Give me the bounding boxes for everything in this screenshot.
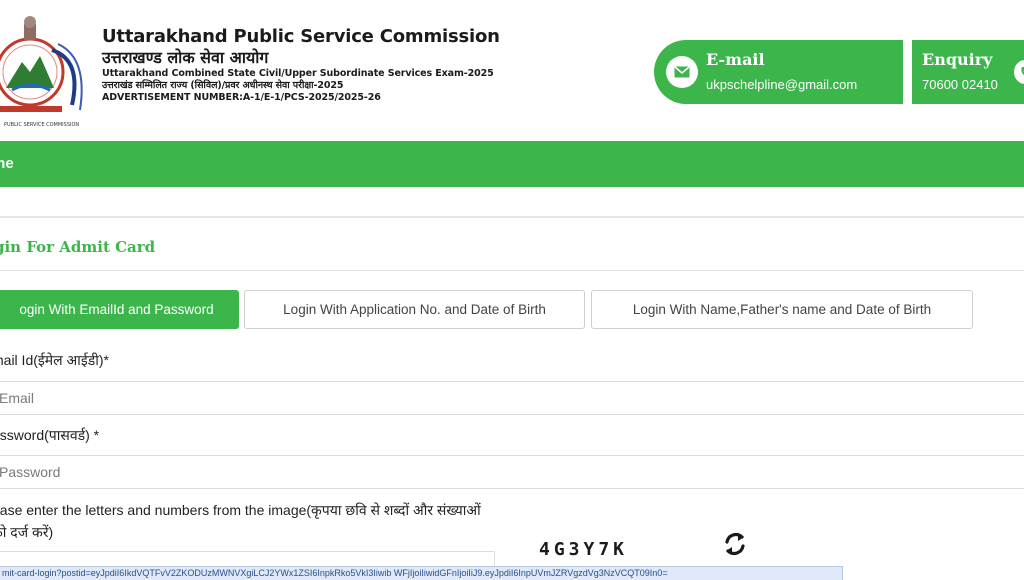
title-divider <box>0 270 1024 271</box>
org-title: Uttarakhand Public Service Commission <box>102 26 500 47</box>
section-divider <box>0 216 1024 218</box>
org-title-block: Uttarakhand Public Service Commission उत… <box>102 26 500 104</box>
advertisement-number: ADVERTISEMENT NUMBER:A-1/E-1/PCS-2025/20… <box>102 92 381 103</box>
email-field-label: mail Id(ईमेल आईडी)* <box>0 352 109 368</box>
captcha-instruction: ease enter the letters and numbers from … <box>0 502 481 540</box>
refresh-icon[interactable] <box>721 530 749 558</box>
email-label: E-mail <box>706 50 765 69</box>
site-header: PUBLIC SERVICE COMMISSION Uttarakhand Pu… <box>0 0 1024 138</box>
email-address-link[interactable]: ukpschelpline@gmail.com <box>706 77 857 92</box>
enquiry-phone-link[interactable]: 70600 02410 <box>922 77 998 92</box>
password-input[interactable] <box>0 455 1024 489</box>
org-title-hindi: उत्तराखण्ड लोक सेवा आयोग <box>102 48 269 67</box>
ukpsc-emblem-logo[interactable]: PUBLIC SERVICE COMMISSION <box>0 10 96 130</box>
nav-home-link[interactable]: me <box>0 155 14 172</box>
tab-email-password[interactable]: ogin With EmailId and Password <box>0 290 239 329</box>
tab-application-dob[interactable]: Login With Application No. and Date of B… <box>244 290 585 329</box>
tab-name-father-dob[interactable]: Login With Name,Father's name and Date o… <box>591 290 973 329</box>
password-field-label: assword(पासवर्ड) * <box>0 427 100 443</box>
captcha-image-text: 4G3Y7K <box>539 539 629 560</box>
envelope-icon <box>666 56 698 88</box>
enquiry-contact-box: Enquiry 70600 02410 <box>912 40 1024 104</box>
browser-status-url: mit-card-login?postid=eyJpdiI6IkdVQTFvV2… <box>0 566 843 580</box>
email-input[interactable] <box>0 381 1024 415</box>
exam-name-hindi: उत्तराखंड सम्मिलित राज्य (सिविल)/प्रवर अ… <box>102 80 344 91</box>
page-title: gin For Admit Card <box>0 238 156 256</box>
phone-icon <box>1014 60 1024 84</box>
exam-name: Uttarakhand Combined State Civil/Upper S… <box>102 68 494 79</box>
logo-caption: PUBLIC SERVICE COMMISSION <box>4 122 79 128</box>
main-navbar: me <box>0 141 1024 187</box>
enquiry-label: Enquiry <box>922 50 993 69</box>
email-contact-box: E-mail ukpschelpline@gmail.com <box>654 40 903 104</box>
